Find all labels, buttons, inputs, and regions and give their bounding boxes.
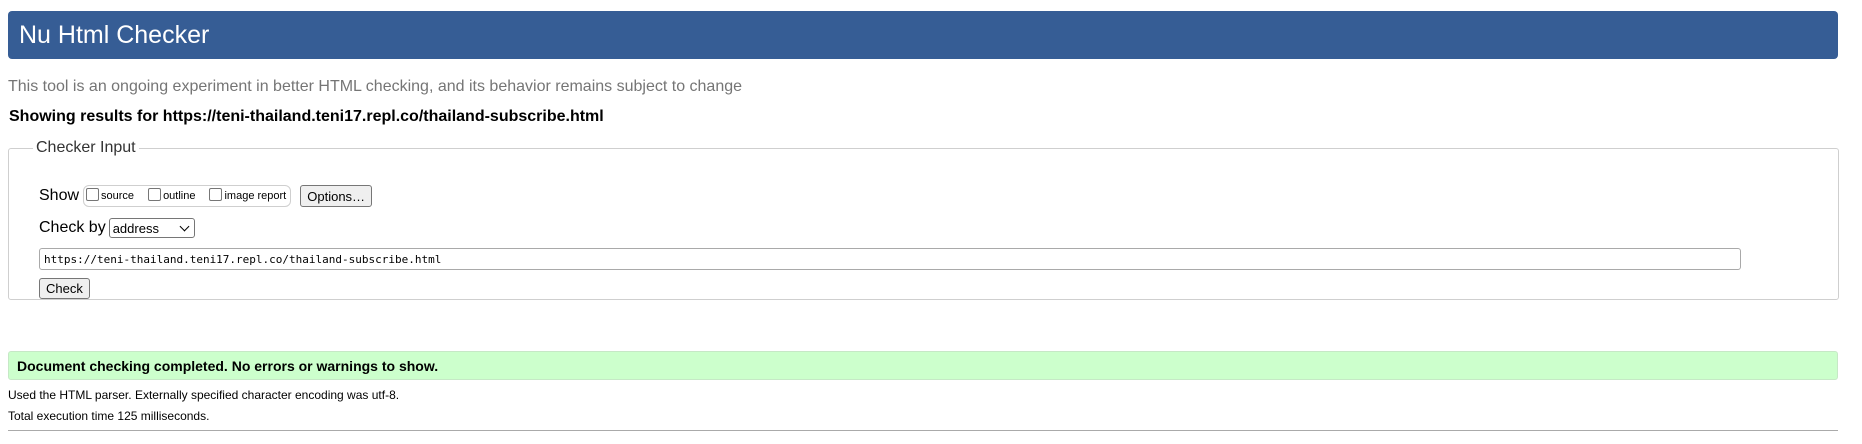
page-title: Nu Html Checker xyxy=(19,20,210,49)
chevron-down-icon xyxy=(179,221,190,231)
show-row: Show source outline image report Options… xyxy=(39,185,373,207)
execution-time: Total execution time 125 milliseconds. xyxy=(8,409,210,423)
show-option-source[interactable]: source xyxy=(86,187,135,203)
parser-info: Used the HTML parser. Externally specifi… xyxy=(8,388,400,402)
options-button[interactable]: Options… xyxy=(300,185,373,207)
check-button[interactable]: Check xyxy=(39,278,90,299)
results-heading: Showing results for https://teni-thailan… xyxy=(9,108,604,125)
url-input-value: https://teni-thailand.teni17.repl.co/tha… xyxy=(44,252,442,266)
outline-checkbox-label: outline xyxy=(163,190,196,202)
check-by-label: Check by xyxy=(39,219,106,236)
checker-input-fieldset: Checker Input Show source outline image … xyxy=(8,139,1839,300)
show-label: Show xyxy=(39,187,80,204)
success-message: Document checking completed. No errors o… xyxy=(8,351,1838,380)
divider xyxy=(8,430,1838,431)
source-checkbox[interactable] xyxy=(86,187,100,201)
show-option-outline[interactable]: outline xyxy=(148,187,196,203)
url-input[interactable]: https://teni-thailand.teni17.repl.co/tha… xyxy=(39,248,1741,270)
check-by-selected-value: address xyxy=(112,220,159,236)
checker-input-legend: Checker Input xyxy=(36,139,136,156)
page: Nu Html Checker This tool is an ongoing … xyxy=(0,0,1862,444)
header-bar: Nu Html Checker xyxy=(8,11,1838,59)
outline-checkbox[interactable] xyxy=(148,187,162,201)
show-options-group: source outline image report xyxy=(83,185,292,207)
source-checkbox-label: source xyxy=(101,190,135,202)
check-by-row: Check by address xyxy=(39,218,195,238)
image-report-checkbox-label: image report xyxy=(224,190,287,202)
tagline: This tool is an ongoing experiment in be… xyxy=(8,78,743,95)
image-report-checkbox[interactable] xyxy=(209,187,223,201)
show-option-image-report[interactable]: image report xyxy=(209,187,287,203)
check-by-select[interactable]: address xyxy=(108,218,195,238)
